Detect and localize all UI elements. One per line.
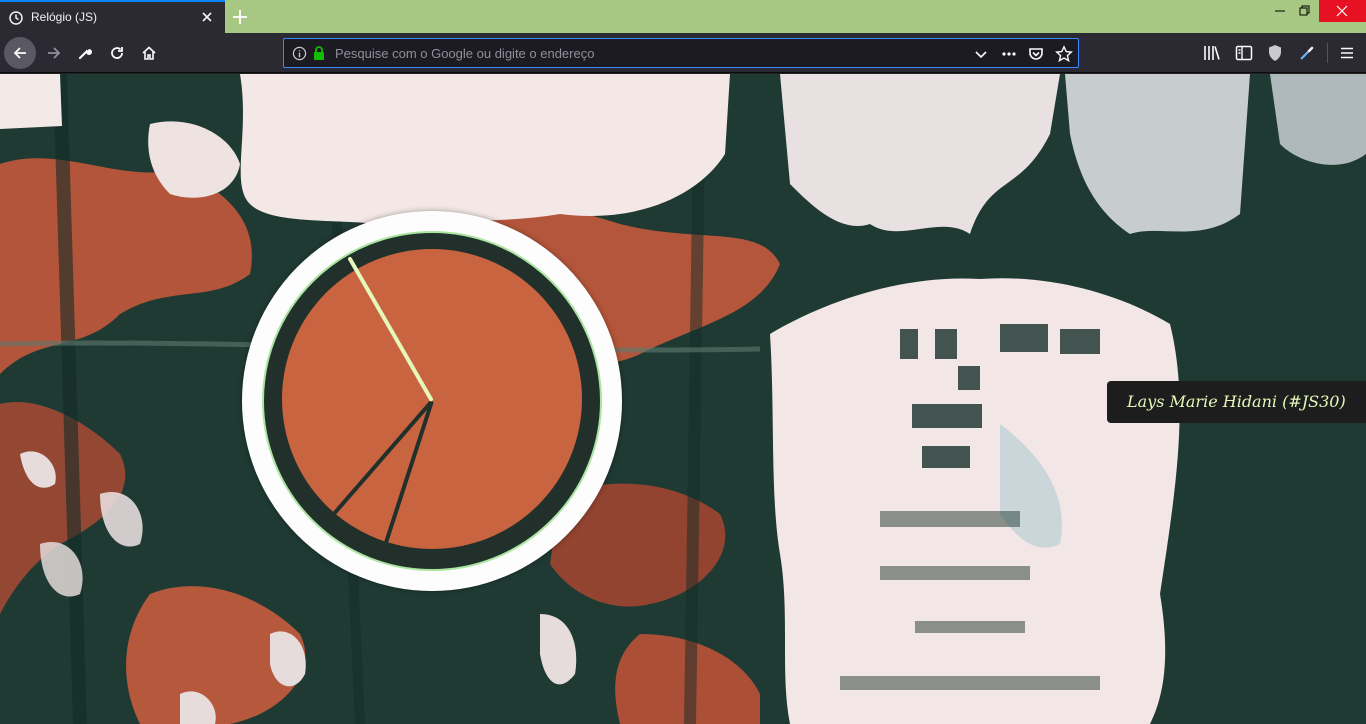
address-input[interactable] bbox=[335, 43, 955, 63]
pocket-icon[interactable] bbox=[1027, 45, 1045, 63]
restore-button[interactable] bbox=[1282, 0, 1322, 22]
arrow-left-icon bbox=[13, 47, 26, 59]
info-icon[interactable] bbox=[292, 46, 307, 61]
shield-icon[interactable] bbox=[1265, 43, 1285, 63]
clock-icon bbox=[9, 11, 23, 25]
tab-relogio[interactable]: Relógio (JS) bbox=[0, 0, 225, 33]
library-icon[interactable] bbox=[1202, 43, 1222, 63]
forward-button[interactable] bbox=[38, 37, 70, 69]
reload-icon bbox=[111, 47, 123, 59]
new-tab-button[interactable] bbox=[229, 6, 251, 28]
sidebar-icon[interactable] bbox=[1234, 43, 1254, 63]
url-bar[interactable] bbox=[283, 38, 1079, 68]
close-tab-icon[interactable] bbox=[199, 9, 215, 25]
restore-icon bbox=[1299, 5, 1310, 16]
reload-button[interactable] bbox=[101, 37, 133, 69]
navigation-toolbar bbox=[0, 33, 1366, 73]
back-button[interactable] bbox=[4, 37, 36, 69]
clock-face bbox=[262, 231, 602, 571]
home-icon bbox=[142, 46, 156, 60]
chevron-down-icon[interactable] bbox=[972, 45, 990, 63]
hamburger-icon[interactable] bbox=[1337, 43, 1357, 63]
tab-strip: Relógio (JS) bbox=[0, 0, 1366, 33]
ellipsis-icon[interactable] bbox=[1000, 45, 1018, 63]
home-button[interactable] bbox=[133, 37, 165, 69]
page-content: Lays Marie Hidani (#JS30) bbox=[0, 74, 1366, 724]
close-window-button[interactable] bbox=[1319, 0, 1366, 22]
arrow-right-icon bbox=[48, 47, 61, 59]
tab-title: Relógio (JS) bbox=[31, 10, 98, 24]
eyedropper-icon[interactable] bbox=[1297, 43, 1317, 63]
close-icon bbox=[1336, 5, 1348, 17]
wrench-icon bbox=[78, 49, 92, 60]
customize-button[interactable] bbox=[69, 37, 101, 69]
author-credit: Lays Marie Hidani (#JS30) bbox=[1107, 381, 1366, 423]
clock bbox=[242, 211, 622, 591]
lock-icon[interactable] bbox=[312, 45, 326, 61]
star-icon[interactable] bbox=[1055, 45, 1073, 63]
toolbar-divider bbox=[1327, 43, 1328, 63]
